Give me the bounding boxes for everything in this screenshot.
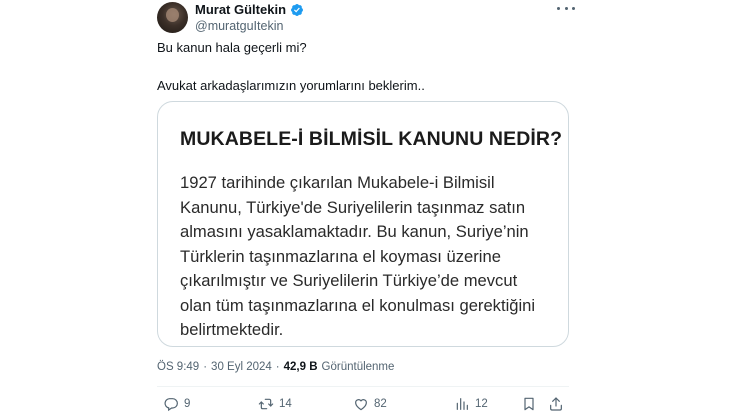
tweet-metadata: ÖS 9:49 · 30 Eyl 2024 · 42,9 B Görüntüle… (157, 361, 394, 373)
divider (157, 386, 569, 387)
media-card-body-line: almasını yasaklamaktadır. Bu kanun, Suri… (180, 222, 529, 241)
reply-button[interactable]: 9 (163, 396, 190, 412)
retweet-icon (258, 396, 274, 412)
tweet-text-line: Avukat arkadaşlarımızın yorumlarını bekl… (157, 78, 425, 93)
media-card-body-line: Kanunu, Türkiye'de Suriyelilerin taşınma… (180, 197, 526, 217)
like-count: 82 (374, 398, 387, 410)
share-button[interactable] (548, 396, 564, 412)
tweet-date[interactable]: 30 Eyl 2024 (211, 361, 272, 373)
tweet-text-line: Bu kanun hala geçerli mi? (157, 40, 307, 55)
heart-icon (353, 396, 369, 412)
media-card-body-line: belirtmektedir. (180, 320, 284, 339)
media-card-body: 1927 tarihinde çıkarılan Mukabele-i Bilm… (180, 171, 560, 343)
bookmark-button[interactable] (521, 396, 537, 412)
reply-count: 9 (184, 398, 191, 410)
views-label: Görüntülenme (321, 361, 395, 373)
retweet-button[interactable]: 14 (258, 396, 292, 412)
media-card-title: MUKABELE-İ BİLMİSİL KANUNU NEDİR? (180, 128, 563, 150)
meta-separator: · (275, 361, 280, 373)
like-button[interactable]: 82 (353, 396, 387, 412)
media-card-body-line: Türklerin taşınmazlarına el koyması üzer… (180, 246, 501, 266)
tweet-media-card[interactable]: MUKABELE-İ BİLMİSİL KANUNU NEDİR? 1927 t… (157, 101, 569, 347)
bookmark-icon (521, 396, 537, 412)
author-name-row: Murat Gültekin (195, 2, 304, 17)
author-display-name[interactable]: Murat Gültekin (195, 2, 286, 17)
media-card-body-line: çıkarılmıştır ve Suriyelilerin Türkiye’d… (180, 271, 518, 290)
tweet-time[interactable]: ÖS 9:49 (157, 361, 199, 373)
retweet-count: 14 (279, 398, 292, 410)
meta-separator: · (203, 361, 208, 373)
views-action-count: 12 (475, 398, 488, 410)
share-icon (548, 396, 564, 412)
author-avatar[interactable] (157, 2, 188, 33)
media-card-body-line: olan tüm taşınmazlarına el konulması ger… (180, 295, 536, 315)
media-card-body-line: 1927 tarihinde çıkarılan Mukabele-i Bilm… (180, 173, 495, 192)
views-button[interactable]: 12 (454, 396, 488, 412)
reply-icon (163, 396, 179, 412)
author-handle[interactable]: @muratguItekin (195, 19, 283, 33)
verified-badge-icon[interactable] (290, 3, 304, 17)
more-options-icon[interactable] (557, 2, 575, 14)
views-count: 42,9 B (283, 361, 318, 373)
views-chart-icon (454, 396, 470, 412)
tweet-actions-bar: 9 14 82 12 (0, 396, 730, 416)
